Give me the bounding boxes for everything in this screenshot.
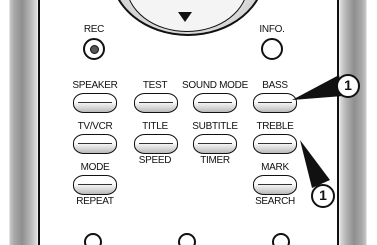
callout-pointers (292, 75, 343, 188)
bass-callout-badge: 1 (336, 74, 360, 98)
treble-pointer-arrow (300, 140, 330, 188)
treble-callout-badge: 1 (311, 184, 335, 208)
remote-control-illustration: REC INFO. SPEAKER TEST SOUND MODE BASS T… (0, 0, 377, 245)
